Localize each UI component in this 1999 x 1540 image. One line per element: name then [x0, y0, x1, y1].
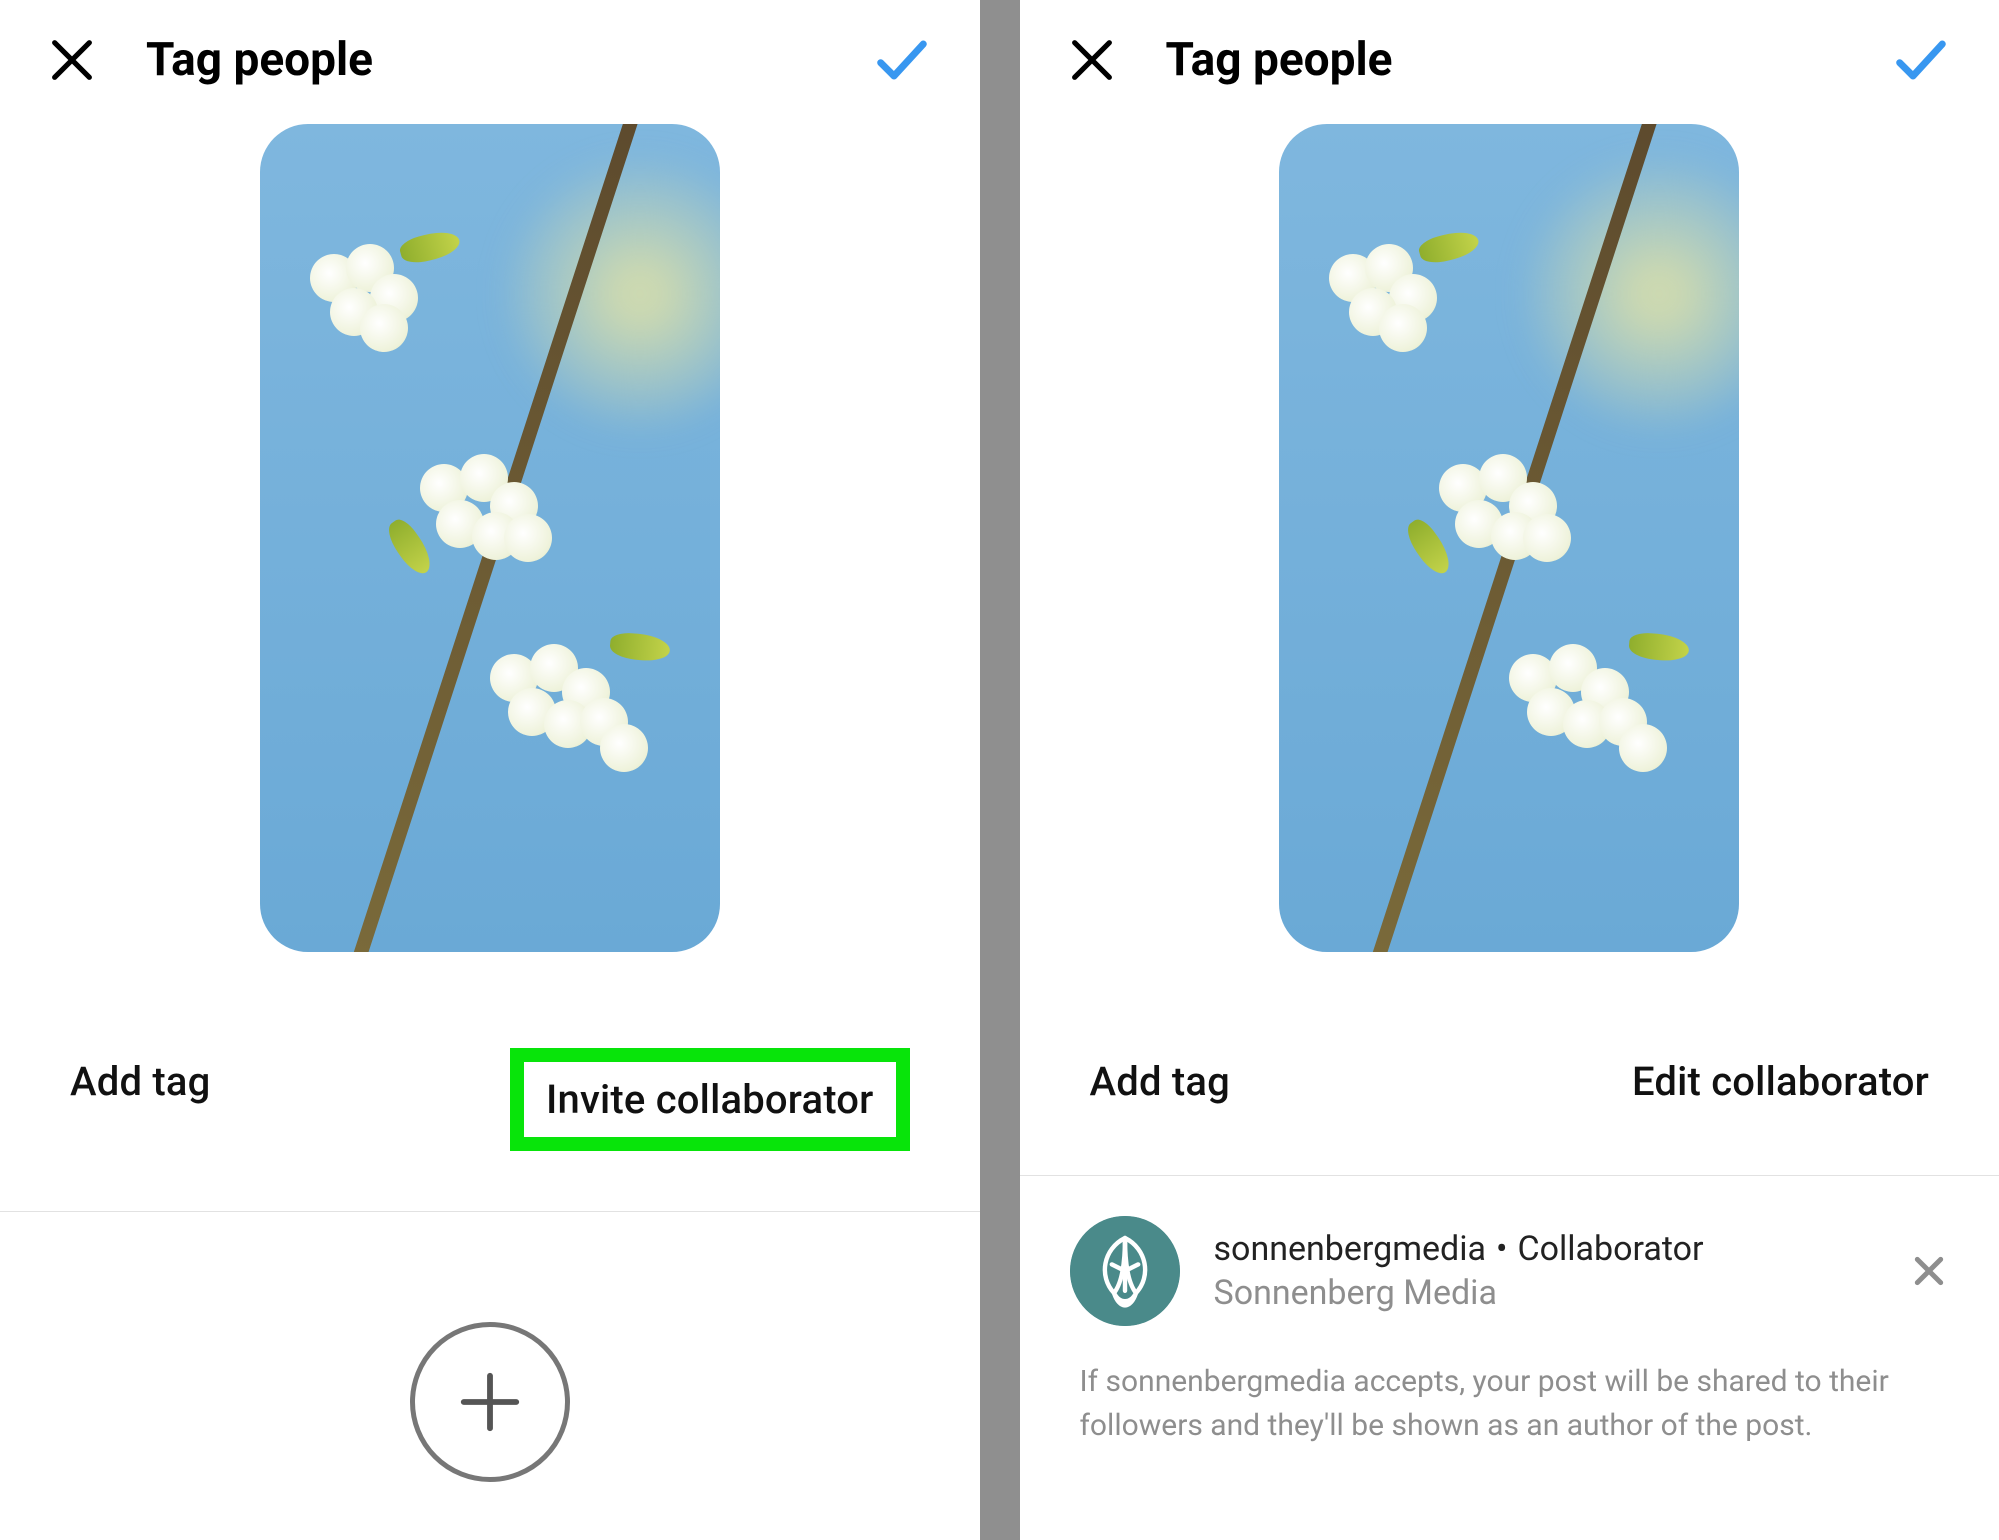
actions-row-right: Add tag Edit collaborator — [1020, 952, 1999, 1151]
separator — [0, 1211, 980, 1212]
add-button[interactable] — [410, 1322, 570, 1482]
collaborator-display-name: Sonnenberg Media — [1214, 1273, 1876, 1313]
plus-icon — [455, 1367, 525, 1437]
checkmark-icon[interactable] — [870, 28, 934, 92]
avatar[interactable] — [1070, 1216, 1180, 1326]
close-icon[interactable] — [1066, 34, 1118, 86]
header-right: Tag people — [1020, 0, 1999, 102]
collaborator-role: Collaborator — [1517, 1229, 1703, 1269]
add-area — [0, 1322, 980, 1482]
post-photo[interactable] — [260, 124, 720, 952]
pane-left: Tag people — [0, 0, 980, 1540]
checkmark-icon[interactable] — [1889, 28, 1953, 92]
collaborator-info-text: If sonnenbergmedia accepts, your post wi… — [1020, 1334, 1999, 1447]
collaborator-text: sonnenbergmedia•Collaborator Sonnenberg … — [1214, 1229, 1876, 1313]
actions-row-left: Add tag Invite collaborator — [0, 952, 980, 1187]
add-tag-button[interactable]: Add tag — [1090, 1048, 1231, 1115]
separator-dot: • — [1486, 1229, 1517, 1269]
photo-preview-area — [1020, 102, 1999, 952]
post-photo[interactable] — [1279, 124, 1739, 952]
page-title: Tag people — [1166, 33, 1393, 87]
leaf-avatar-icon — [1070, 1216, 1180, 1326]
collaborator-row: sonnenbergmedia•Collaborator Sonnenberg … — [1020, 1176, 1999, 1334]
pane-right: Tag people — [1020, 0, 1999, 1540]
add-tag-button[interactable]: Add tag — [70, 1048, 211, 1115]
header-left: Tag people — [0, 0, 980, 102]
close-icon[interactable] — [46, 34, 98, 86]
photo-preview-area — [0, 102, 980, 952]
collaborator-username: sonnenbergmedia — [1214, 1229, 1487, 1269]
pane-divider — [980, 0, 1020, 1540]
invite-collaborator-highlight: Invite collaborator — [510, 1048, 910, 1151]
page-title: Tag people — [146, 33, 373, 87]
edit-collaborator-button[interactable]: Edit collaborator — [1632, 1048, 1929, 1115]
remove-collaborator-icon[interactable] — [1909, 1251, 1949, 1291]
invite-collaborator-button[interactable]: Invite collaborator — [546, 1076, 874, 1123]
